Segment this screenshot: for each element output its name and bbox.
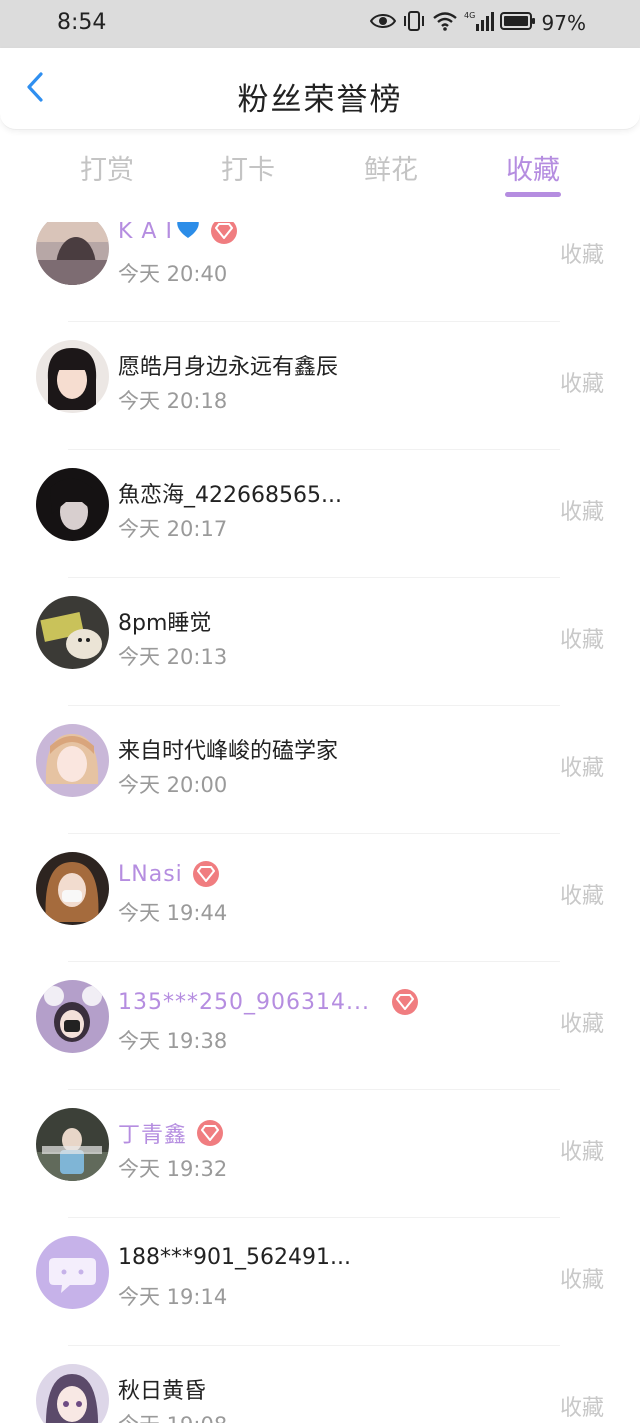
vibrate-icon (402, 10, 426, 36)
avatar (36, 724, 109, 797)
diamond-badge-icon (197, 1120, 224, 1146)
user-name: K A I (118, 222, 237, 246)
favorite-label: 收藏 (559, 372, 604, 397)
favorite-label: 收藏 (559, 884, 604, 909)
timestamp: 今天 19:38 (118, 1029, 228, 1053)
tab-bar: 打赏 打卡 鲜花 收藏 (0, 140, 640, 210)
list-item[interactable]: 188***901_562491... 今天 19:14 收藏 (0, 1218, 640, 1346)
avatar (36, 852, 109, 925)
diamond-badge-icon (210, 222, 237, 244)
eye-icon (369, 12, 396, 34)
list-item[interactable]: 8pm睡觉 今天 20:13 收藏 (0, 578, 640, 706)
avatar (36, 468, 109, 541)
timestamp: 今天 20:00 (118, 773, 228, 797)
app-header: 粉丝荣誉榜 (0, 48, 640, 130)
list-item[interactable]: 丁青鑫 今天 19:32 收藏 (0, 1090, 640, 1218)
list-item[interactable]: 135***250_906314... 今天 19:38 收藏 (0, 962, 640, 1090)
user-name: 135***250_906314... (118, 989, 418, 1015)
avatar (36, 1364, 109, 1423)
avatar (36, 596, 109, 669)
user-name: LNasi (118, 861, 219, 887)
avatar (36, 340, 109, 413)
status-icons: 4G 97% (369, 10, 586, 36)
signal-icon: 4G (464, 10, 494, 36)
timestamp: 今天 20:18 (118, 389, 228, 413)
svg-text:4G: 4G (464, 11, 475, 20)
list-item[interactable]: K A I 今天 20:40 收藏 (0, 222, 640, 322)
user-name: 8pm睡觉 (118, 611, 212, 636)
tab-active-indicator (505, 192, 561, 197)
battery-icon (499, 11, 536, 35)
favorite-label: 收藏 (559, 243, 604, 268)
tab-reward[interactable]: 打赏 (57, 148, 157, 187)
wifi-icon (432, 11, 458, 35)
battery-percent: 97% (541, 11, 586, 35)
user-name: 秋日黄昏 (118, 1379, 207, 1404)
status-time: 8:54 (57, 10, 107, 35)
favorite-label: 收藏 (559, 1012, 604, 1037)
tab-checkin[interactable]: 打卡 (198, 148, 298, 187)
avatar (36, 222, 109, 285)
diamond-badge-icon (391, 989, 418, 1015)
list-item[interactable]: LNasi 今天 19:44 收藏 (0, 834, 640, 962)
favorite-label: 收藏 (559, 756, 604, 781)
favorite-label: 收藏 (559, 1268, 604, 1293)
list-item[interactable]: 来自时代峰峻的磕学家 今天 20:00 收藏 (0, 706, 640, 834)
timestamp: 今天 20:40 (118, 262, 228, 286)
timestamp: 今天 20:17 (118, 517, 228, 541)
timestamp: 今天 20:13 (118, 645, 228, 669)
blue-heart-icon (175, 222, 201, 246)
timestamp: 今天 19:44 (118, 901, 228, 925)
tab-flowers[interactable]: 鲜花 (341, 148, 441, 187)
fan-list: K A I 今天 20:40 收藏 愿皓月身边永远有鑫辰 今天 20:18 收藏… (0, 222, 640, 1423)
timestamp: 今天 19:14 (118, 1285, 228, 1309)
favorite-label: 收藏 (559, 1396, 604, 1421)
avatar (36, 1236, 109, 1309)
list-item[interactable]: 愿皓月身边永远有鑫辰 今天 20:18 收藏 (0, 322, 640, 450)
diamond-badge-icon (192, 861, 219, 887)
status-bar: 8:54 4G 97% (0, 0, 640, 48)
user-name: 愿皓月身边永远有鑫辰 (118, 355, 339, 380)
page-title: 粉丝荣誉榜 (237, 82, 403, 118)
favorite-label: 收藏 (559, 1140, 604, 1165)
user-name: 来自时代峰峻的磕学家 (118, 739, 339, 764)
favorite-label: 收藏 (559, 500, 604, 525)
list-item[interactable]: 魚恋海_422668565... 今天 20:17 收藏 (0, 450, 640, 578)
avatar (36, 980, 109, 1053)
list-item[interactable]: 秋日黄昏 今天 19:08 收藏 (0, 1346, 640, 1423)
user-name: 魚恋海_422668565... (118, 483, 342, 508)
user-name: 188***901_562491... (118, 1245, 351, 1270)
tab-favorites[interactable]: 收藏 (483, 148, 583, 187)
timestamp: 今天 19:32 (118, 1157, 228, 1181)
timestamp: 今天 19:08 (118, 1409, 227, 1423)
user-name: 丁青鑫 (118, 1117, 224, 1149)
avatar (36, 1108, 109, 1181)
favorite-label: 收藏 (559, 628, 604, 653)
